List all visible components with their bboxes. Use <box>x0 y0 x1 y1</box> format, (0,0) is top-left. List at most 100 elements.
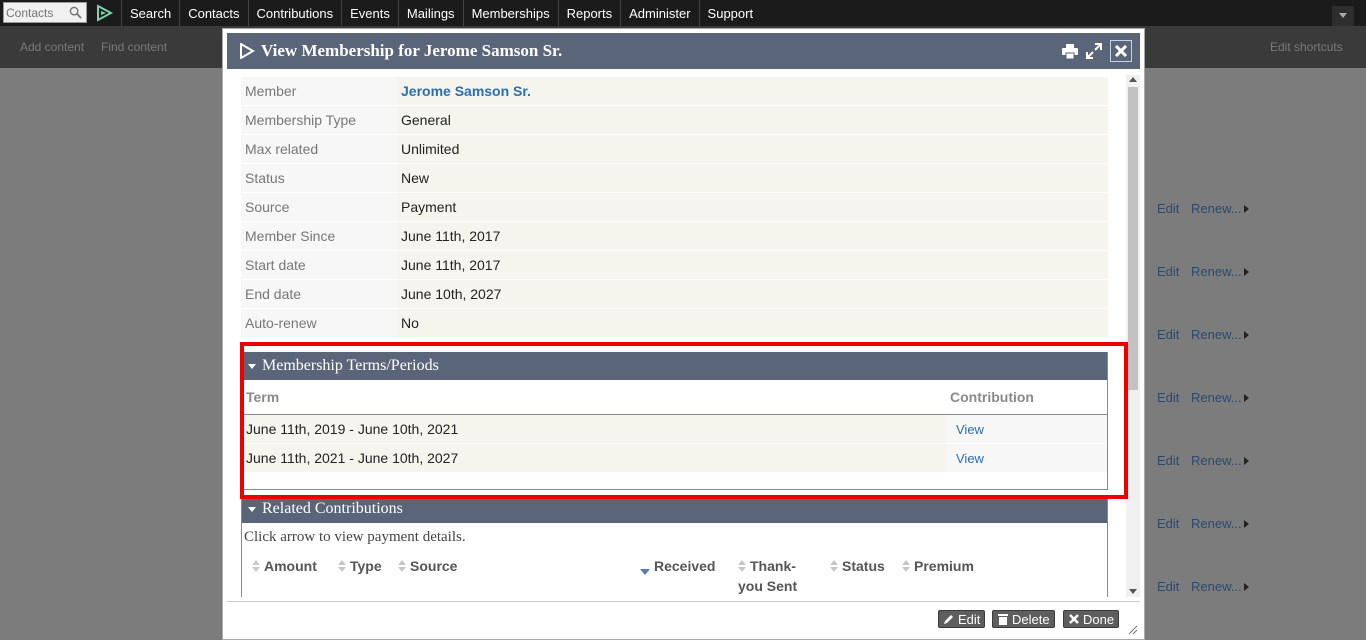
column-header-term: Term <box>242 380 946 415</box>
caret-right-icon[interactable] <box>1244 331 1249 339</box>
renew-link[interactable]: Renew... <box>1191 516 1242 531</box>
detail-value: Payment <box>397 193 1108 222</box>
contributions-column-headers: Amount Type Source Received Thank-you Se… <box>242 546 1107 596</box>
menu-reports[interactable]: Reports <box>557 0 621 26</box>
menu-contacts[interactable]: Contacts <box>179 0 247 26</box>
edit-link[interactable]: Edit <box>1157 579 1179 594</box>
resize-handle-icon[interactable] <box>1126 623 1138 635</box>
renew-link[interactable]: Renew... <box>1191 390 1242 405</box>
print-icon[interactable] <box>1062 43 1078 59</box>
sort-icon <box>252 560 260 572</box>
delete-button[interactable]: Delete <box>992 610 1055 628</box>
detail-label: Member <box>241 77 397 106</box>
member-name-link[interactable]: Jerome Samson Sr. <box>401 83 531 99</box>
view-contribution-link[interactable]: View <box>956 422 984 437</box>
table-row: Member Since June 11th, 2017 <box>241 222 1108 251</box>
view-contribution-link[interactable]: View <box>956 451 984 466</box>
maximize-icon[interactable] <box>1086 43 1102 59</box>
caret-right-icon[interactable] <box>1244 520 1249 528</box>
section-title: Membership Terms/Periods <box>262 357 439 374</box>
detail-value: General <box>397 106 1108 135</box>
background-row: Edit Renew... <box>1146 390 1336 416</box>
table-row: Membership Type General <box>241 106 1108 135</box>
dialog-scrollbar[interactable] <box>1126 75 1140 597</box>
column-header-type[interactable]: Type <box>338 556 382 576</box>
caret-right-icon[interactable] <box>1244 268 1249 276</box>
column-header-source[interactable]: Source <box>398 556 457 576</box>
detail-value: No <box>397 309 1108 338</box>
term-cell: June 11th, 2019 - June 10th, 2021 <box>242 414 946 444</box>
sort-desc-icon <box>640 569 650 575</box>
table-row: June 11th, 2021 - June 10th, 2027 View <box>242 443 1107 473</box>
menu-mailings[interactable]: Mailings <box>397 0 463 26</box>
section-title: Related Contributions <box>262 500 403 517</box>
table-row: Max related Unlimited <box>241 135 1108 164</box>
close-button[interactable] <box>1110 40 1132 62</box>
background-row: Edit Renew... <box>1146 579 1336 605</box>
membership-terms-header[interactable]: Membership Terms/Periods <box>242 352 1107 380</box>
scroll-up-icon[interactable] <box>1129 77 1137 82</box>
membership-terms-table: Term Contribution June 11th, 2019 - June… <box>242 380 1107 473</box>
membership-terms-section: Membership Terms/Periods Term Contributi… <box>241 352 1108 490</box>
scroll-down-icon[interactable] <box>1129 589 1137 594</box>
sort-icon <box>902 560 910 572</box>
search-icon[interactable] <box>69 6 82 19</box>
background-row: Edit Renew... <box>1146 453 1336 479</box>
quick-search-input[interactable] <box>4 3 68 22</box>
detail-label: Start date <box>241 251 397 280</box>
edit-link[interactable]: Edit <box>1157 516 1179 531</box>
menu-contributions[interactable]: Contributions <box>247 0 342 26</box>
menu-events[interactable]: Events <box>341 0 398 26</box>
close-icon <box>1069 614 1079 624</box>
menu-memberships[interactable]: Memberships <box>462 0 558 26</box>
detail-value: June 10th, 2027 <box>397 280 1108 309</box>
civicrm-logo-icon[interactable] <box>87 0 121 26</box>
edit-shortcuts-link[interactable]: Edit shortcuts <box>1270 40 1343 54</box>
menu-search[interactable]: Search <box>121 0 179 26</box>
quick-search[interactable] <box>3 2 87 23</box>
menu-support[interactable]: Support <box>698 0 762 26</box>
detail-label: Source <box>241 193 397 222</box>
column-header-received[interactable]: Received <box>640 556 715 576</box>
table-row: June 11th, 2019 - June 10th, 2021 View <box>242 414 1107 444</box>
menu-toggle-button[interactable] <box>1332 6 1354 26</box>
detail-label: Auto-renew <box>241 309 397 338</box>
edit-link[interactable]: Edit <box>1157 453 1179 468</box>
view-membership-dialog: View Membership for Jerome Samson Sr. Me… <box>222 28 1145 640</box>
table-row: End date June 10th, 2027 <box>241 280 1108 309</box>
caret-right-icon[interactable] <box>1244 394 1249 402</box>
background-row: Edit Renew... <box>1146 201 1336 227</box>
dialog-titlebar[interactable]: View Membership for Jerome Samson Sr. <box>227 33 1140 69</box>
civicrm-logo-icon <box>240 43 255 59</box>
edit-link[interactable]: Edit <box>1157 327 1179 342</box>
column-header-amount[interactable]: Amount <box>252 556 317 576</box>
chevron-down-icon <box>1339 13 1347 18</box>
column-header-thank-you-sent[interactable]: Thank-you Sent <box>738 556 797 596</box>
background-row: Edit Renew... <box>1146 264 1336 290</box>
table-row: Auto-renew No <box>241 309 1108 338</box>
edit-button[interactable]: Edit <box>938 610 986 628</box>
done-button[interactable]: Done <box>1063 610 1120 628</box>
related-contributions-header[interactable]: Related Contributions <box>242 495 1107 523</box>
find-content-link[interactable]: Find content <box>101 40 167 54</box>
collapse-triangle-icon <box>248 363 256 369</box>
renew-link[interactable]: Renew... <box>1191 327 1242 342</box>
edit-link[interactable]: Edit <box>1157 264 1179 279</box>
menu-administer[interactable]: Administer <box>620 0 698 26</box>
caret-right-icon[interactable] <box>1244 205 1249 213</box>
edit-link[interactable]: Edit <box>1157 390 1179 405</box>
edit-link[interactable]: Edit <box>1157 201 1179 216</box>
renew-link[interactable]: Renew... <box>1191 201 1242 216</box>
renew-link[interactable]: Renew... <box>1191 453 1242 468</box>
caret-right-icon[interactable] <box>1244 457 1249 465</box>
column-header-status[interactable]: Status <box>830 556 885 576</box>
renew-link[interactable]: Renew... <box>1191 579 1242 594</box>
column-header-premium[interactable]: Premium <box>902 556 974 576</box>
collapse-triangle-icon <box>248 506 256 512</box>
civicrm-menu-bar: Search Contacts Contributions Events Mai… <box>0 0 1366 26</box>
scrollbar-thumb[interactable] <box>1128 87 1138 390</box>
caret-right-icon[interactable] <box>1244 583 1249 591</box>
add-content-link[interactable]: Add content <box>20 40 84 54</box>
detail-value: Unlimited <box>397 135 1108 164</box>
renew-link[interactable]: Renew... <box>1191 264 1242 279</box>
